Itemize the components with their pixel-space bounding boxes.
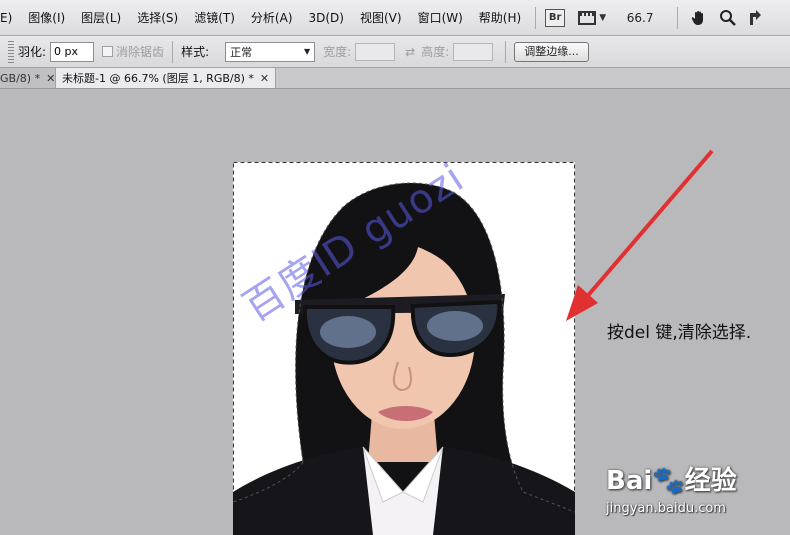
chevron-down-icon: ▼ [303,47,311,56]
width-label: 宽度: [323,45,352,59]
menu-filter[interactable]: 滤镜(T) [186,0,243,36]
style-select-value: 正常 [230,45,253,59]
tab-document-current[interactable]: 未标题-1 @ 66.7% (图层 1, RGB/8) * ✕ [56,68,276,88]
refine-edge-button[interactable]: 调整边缘... [514,41,589,62]
zoom-tool-button[interactable] [719,7,737,29]
menu-separator [677,6,679,29]
antialias-label: 消除锯齿 [116,45,165,59]
options-bar: 羽化: 消除锯齿 样式: 正常 ▼ 宽度: ⇄ 高度: 调整边缘... [0,36,790,68]
menu-window[interactable]: 窗口(W) [410,0,471,36]
menu-analysis[interactable]: 分析(A) [243,0,301,36]
menu-help[interactable]: 帮助(H) [471,0,529,36]
zoom-level[interactable]: 66.7 [609,11,671,25]
options-separator [172,40,174,63]
menu-separator [535,6,537,29]
hand-tool-button[interactable] [690,7,708,29]
style-label: 样式: [181,45,210,59]
menu-layer[interactable]: 图层(L) [73,0,129,36]
height-label: 高度: [421,45,450,59]
screen-mode-icon [578,10,597,25]
bridge-button[interactable]: Br [545,7,566,29]
menu-3d[interactable]: 3D(D) [301,0,352,36]
menu-image[interactable]: 图像(I) [20,0,73,36]
baidu-logo-text: Bai🐾经验 [606,466,737,496]
chevron-down-icon: ▼ [599,12,607,23]
close-icon[interactable]: ✕ [46,72,55,85]
document-tabs: GB/8) * ✕ 未标题-1 @ 66.7% (图层 1, RGB/8) * … [0,68,790,89]
menu-select[interactable]: 选择(S) [129,0,186,36]
tab-label: GB/8) * [0,71,41,85]
feather-input[interactable] [50,41,95,62]
options-grip[interactable] [8,40,14,63]
tab-document-previous[interactable]: GB/8) * ✕ [0,68,56,88]
menu-bar: E) 图像(I) 图层(L) 选择(S) 滤镜(T) 分析(A) 3D(D) 视… [0,0,790,36]
annotation-text: 按del 键,清除选择. [607,323,752,343]
swap-icon[interactable]: ⇄ [405,45,415,59]
height-input[interactable] [453,42,494,61]
antialias-checkbox[interactable] [102,46,114,57]
width-input[interactable] [355,42,396,61]
feather-label: 羽化: [18,45,47,59]
style-select[interactable]: 正常 ▼ [225,41,316,62]
rotate-view-button[interactable] [748,7,762,29]
menu-edit[interactable]: E) [0,0,20,36]
close-icon[interactable]: ✕ [260,72,269,85]
bridge-icon: Br [545,8,566,27]
baidu-jingyan-logo: Bai🐾经验 jingyan.baidu.com [606,460,790,535]
zoom-icon [720,9,736,26]
rotate-icon [750,9,762,25]
menu-view[interactable]: 视图(V) [352,0,410,36]
screen-mode-button[interactable]: ▼ [578,7,606,29]
baidu-url-text: jingyan.baidu.com [606,501,726,516]
tab-label: 未标题-1 @ 66.7% (图层 1, RGB/8) * [62,72,254,85]
hand-icon [691,10,704,25]
options-separator [505,40,507,63]
